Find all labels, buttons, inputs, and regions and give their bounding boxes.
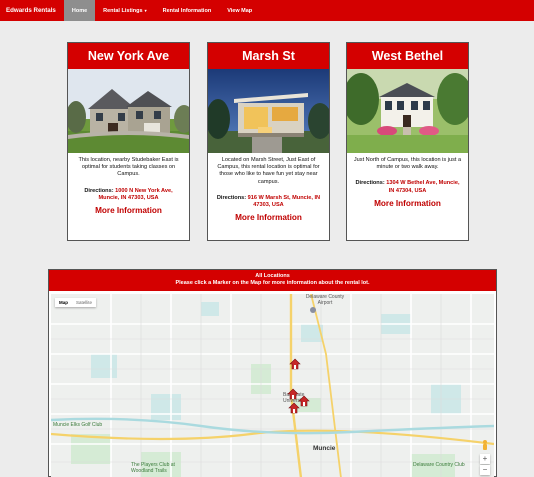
card-title: Marsh St [208,43,329,69]
map-title: All Locations [255,273,290,279]
nav-view-map-label: View Map [227,7,253,14]
rental-card-marsh-st: Marsh St Located on Marsh Street, Just E… [207,42,330,241]
nav-rental-listings[interactable]: Rental Listings ▾ [95,0,154,21]
card-directions: Directions: 916 W Marsh St, Muncie, IN 4… [208,186,329,209]
card-description: Located on Marsh Street, Just East of Ca… [217,157,320,185]
rental-marker-west-bethel[interactable] [289,358,301,370]
card-directions: Directions: 1304 W Bethel Ave, Muncie, I… [347,171,468,194]
more-information-link[interactable]: More Information [208,213,329,222]
map-label-county-airport: Delaware County Airport [305,294,345,306]
map-label-muncie: Muncie [313,445,336,452]
more-information-link[interactable]: More Information [68,206,189,215]
nav-home[interactable]: Home [63,0,96,21]
map-type-satellite-button[interactable]: Satellite [72,298,96,307]
map-panel: All Locations Please click a Marker on t… [48,269,497,477]
map-label-delaware-cc: Delaware Country Club [413,462,465,468]
directions-label: Directions: [84,187,114,194]
brand-logo[interactable]: Edwards Rentals [0,0,64,21]
more-information-link[interactable]: More Information [347,199,468,208]
card-title: New York Ave [68,43,189,69]
top-navbar: Edwards Rentals Home Rental Listings ▾ Re… [0,0,534,21]
map-label-elks-golf: Muncie Elks Golf Club [53,422,103,428]
card-title: West Bethel [347,43,468,69]
house-photo [68,69,189,153]
google-map[interactable]: Map Satellite Delaware County Airport Ba… [51,294,494,477]
rental-marker-campus[interactable] [288,402,300,414]
directions-address-link[interactable]: 916 W Marsh St, Muncie, IN 47303, USA [248,195,320,208]
map-header: All Locations Please click a Marker on t… [49,270,496,291]
house-photo [208,69,329,153]
directions-label: Directions: [355,180,385,187]
map-canvas[interactable] [51,294,494,477]
nav-rental-listings-label: Rental Listings [103,7,143,14]
directions-address-link[interactable]: 1304 W Bethel Ave, Muncie, IN 47304, USA [386,180,459,193]
card-description: Just North of Campus, this location is j… [353,157,462,171]
zoom-in-button[interactable]: + [480,454,490,464]
nav-home-label: Home [71,7,88,14]
directions-label: Directions: [216,194,247,201]
card-description: This location, nearby Studebaker East is… [78,157,179,178]
map-type-toggle: Map Satellite [55,298,97,307]
nav-view-map[interactable]: View Map [219,0,260,21]
card-directions: Directions: 1000 N New York Ave, Muncie,… [68,179,189,202]
house-photo [347,69,468,153]
rental-card-new-york-ave: New York Ave This location, nearby Stude… [67,42,190,241]
map-subtitle: Please click a Marker on the Map for mor… [175,280,370,286]
rental-card-west-bethel: West Bethel Just North of Campus, this l… [346,42,469,241]
caret-down-icon: ▾ [144,8,147,13]
zoom-out-button[interactable]: − [480,465,490,475]
map-label-players-club: The Players Club at Woodland Trails [131,462,175,474]
nav-rental-information[interactable]: Rental Information [155,0,220,21]
map-type-map-button[interactable]: Map [55,298,72,307]
street-view-pegman-icon[interactable] [482,440,488,452]
nav-rental-information-label: Rental Information [162,7,212,14]
